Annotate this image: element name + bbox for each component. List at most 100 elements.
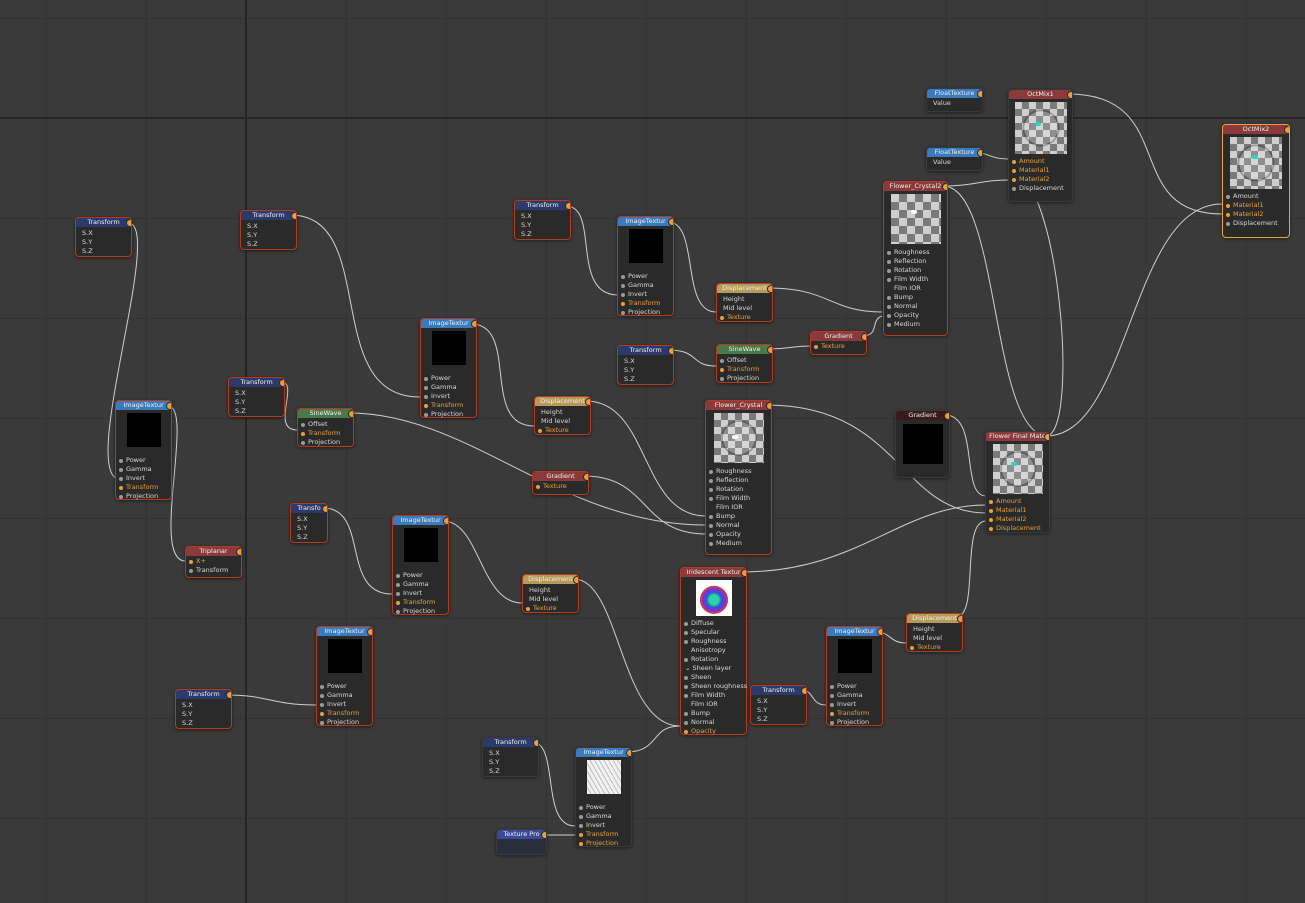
- pin-film-width[interactable]: Film Width: [884, 275, 947, 284]
- output-pin[interactable]: [291, 212, 296, 220]
- pin-projection[interactable]: Projection: [116, 492, 171, 501]
- pin-roughness[interactable]: Roughness: [681, 637, 746, 646]
- material-node-iridescent[interactable]: Iridescent Textur Diffuse Specular Rough…: [680, 567, 747, 735]
- node-header[interactable]: Transform: [515, 201, 570, 210]
- pin-transform[interactable]: Transform: [317, 709, 372, 718]
- pin-power[interactable]: Power: [421, 374, 476, 383]
- pin-roughness[interactable]: Roughness: [706, 467, 771, 476]
- transform-node[interactable]: Transform S.X S.Y S.Z: [617, 345, 674, 385]
- pin-bump[interactable]: Bump: [681, 709, 746, 718]
- pin-projection[interactable]: Projection: [717, 374, 772, 383]
- pin-opacity[interactable]: Opacity: [884, 311, 947, 320]
- output-pin[interactable]: [166, 402, 171, 410]
- output-pin[interactable]: [977, 90, 982, 98]
- pin-power[interactable]: Power: [618, 272, 673, 281]
- pin-bump[interactable]: Bump: [884, 293, 947, 302]
- pin-transform[interactable]: Transform: [116, 483, 171, 492]
- image-texture-node[interactable]: ImageTextur Power Gamma Invert Transform Pro…: [392, 515, 449, 615]
- image-texture-node[interactable]: ImageTextur Power Gamma Invert Transform Pro…: [826, 626, 883, 726]
- pin-material2[interactable]: Material2: [986, 515, 1049, 524]
- output-pin[interactable]: [533, 739, 538, 747]
- output-pin[interactable]: [1284, 126, 1289, 134]
- pin-projection[interactable]: Projection: [827, 718, 882, 727]
- pin-gamma[interactable]: Gamma: [421, 383, 476, 392]
- pin-texture[interactable]: Texture: [907, 643, 962, 652]
- image-texture-node[interactable]: ImageTextur Power Gamma Invert Transform Pro…: [575, 747, 632, 847]
- pin-projection[interactable]: Projection: [618, 308, 673, 317]
- output-pin[interactable]: [348, 410, 353, 418]
- node-header[interactable]: Transform: [229, 378, 284, 387]
- pin-transform[interactable]: Transform: [618, 299, 673, 308]
- transform-node[interactable]: Transform S.X S.Y S.Z: [175, 689, 232, 729]
- transform-node[interactable]: Transfo S.X S.Y S.Z: [290, 503, 328, 543]
- output-pin[interactable]: [741, 569, 746, 577]
- sinewave-node[interactable]: SineWave Offset Transform Projection: [716, 344, 773, 383]
- node-header[interactable]: Transform: [176, 690, 231, 699]
- output-pin[interactable]: [668, 218, 673, 226]
- pin-power[interactable]: Power: [317, 682, 372, 691]
- output-pin[interactable]: [668, 347, 673, 355]
- output-pin[interactable]: [322, 505, 327, 513]
- output-pin[interactable]: [877, 628, 882, 636]
- node-header[interactable]: Flower_Crystal: [706, 401, 771, 410]
- pin-opacity[interactable]: Opacity: [706, 530, 771, 539]
- pin-reflection[interactable]: Reflection: [884, 257, 947, 266]
- transform-node[interactable]: Transform S.X S.Y S.Z: [75, 217, 132, 257]
- pin-invert[interactable]: Invert: [317, 700, 372, 709]
- transform-node[interactable]: Transform S.X S.Y S.Z: [750, 685, 807, 725]
- pin-sheen-roughness[interactable]: Sheen roughness: [681, 682, 747, 691]
- output-pin[interactable]: [767, 285, 772, 293]
- output-pin[interactable]: [583, 473, 588, 481]
- node-header[interactable]: Displacement: [717, 284, 772, 293]
- node-header[interactable]: ImageTextur: [393, 516, 448, 525]
- pin-material2[interactable]: Material2: [1009, 175, 1072, 184]
- pin-gamma[interactable]: Gamma: [827, 691, 882, 700]
- pin-amount[interactable]: Amount: [1009, 157, 1072, 166]
- pin-displacement[interactable]: Displacement: [986, 524, 1049, 533]
- pin-medium[interactable]: Medium: [706, 539, 771, 548]
- material-node-flower-crystal2[interactable]: Flower_Crystal2 Roughness Reflection Rot…: [883, 181, 948, 336]
- node-header[interactable]: Gradient: [896, 411, 949, 420]
- node-header[interactable]: Transform: [483, 738, 538, 747]
- float-texture-node[interactable]: FloatTexture Value: [926, 88, 983, 112]
- node-header[interactable]: Transform: [76, 218, 131, 227]
- gradient-node[interactable]: Gradient Texture: [532, 471, 589, 495]
- node-header[interactable]: Transform: [618, 346, 673, 355]
- image-texture-node[interactable]: ImageTextur Power Gamma Invert Transform Pro…: [617, 216, 674, 316]
- pin-projection[interactable]: Projection: [576, 839, 631, 848]
- output-pin[interactable]: [1067, 91, 1072, 99]
- node-header[interactable]: ImageTextur: [116, 401, 171, 410]
- output-pin[interactable]: [942, 183, 947, 191]
- pin-roughness[interactable]: Roughness: [884, 248, 947, 257]
- pin-gamma[interactable]: Gamma: [317, 691, 372, 700]
- node-header[interactable]: Displacement: [535, 397, 590, 406]
- pin-offset[interactable]: Offset: [717, 356, 772, 365]
- node-header[interactable]: Displacement: [523, 575, 578, 584]
- pin-material2[interactable]: Material2: [1223, 210, 1289, 219]
- pin-material1[interactable]: Material1: [1009, 166, 1072, 175]
- node-header[interactable]: ImageTextur: [576, 748, 631, 757]
- pin-invert[interactable]: Invert: [116, 474, 171, 483]
- output-pin[interactable]: [957, 615, 962, 623]
- pin-bump[interactable]: Bump: [706, 512, 771, 521]
- mix-node-octmix2[interactable]: OctMix2 Amount Material1 Material2 Displ…: [1222, 124, 1290, 238]
- displacement-node[interactable]: Displacement Height Mid level Texture: [522, 574, 579, 613]
- output-pin[interactable]: [471, 320, 476, 328]
- pin-invert[interactable]: Invert: [393, 589, 448, 598]
- pin-diffuse[interactable]: Diffuse: [681, 619, 746, 628]
- displacement-node[interactable]: Displacement Height Mid level Texture: [534, 396, 591, 435]
- pin-transform[interactable]: Transform: [186, 566, 241, 575]
- pin-invert[interactable]: Invert: [618, 290, 673, 299]
- pin-gamma[interactable]: Gamma: [618, 281, 673, 290]
- node-header[interactable]: Texture Pro: [497, 830, 546, 839]
- pin-material1[interactable]: Material1: [1223, 201, 1289, 210]
- sheen-layer-toggle[interactable]: ⌄ Sheen layer: [681, 664, 746, 673]
- pin-transform[interactable]: Transform: [717, 365, 772, 374]
- pin-displacement[interactable]: Displacement: [1009, 184, 1072, 193]
- pin-rotation[interactable]: Rotation: [681, 655, 746, 664]
- node-header[interactable]: ImageTextur: [618, 217, 673, 226]
- float-texture-node[interactable]: FloatTexture Value: [926, 147, 983, 171]
- pin-gamma[interactable]: Gamma: [393, 580, 448, 589]
- pin-invert[interactable]: Invert: [576, 821, 631, 830]
- pin-rotation[interactable]: Rotation: [706, 485, 771, 494]
